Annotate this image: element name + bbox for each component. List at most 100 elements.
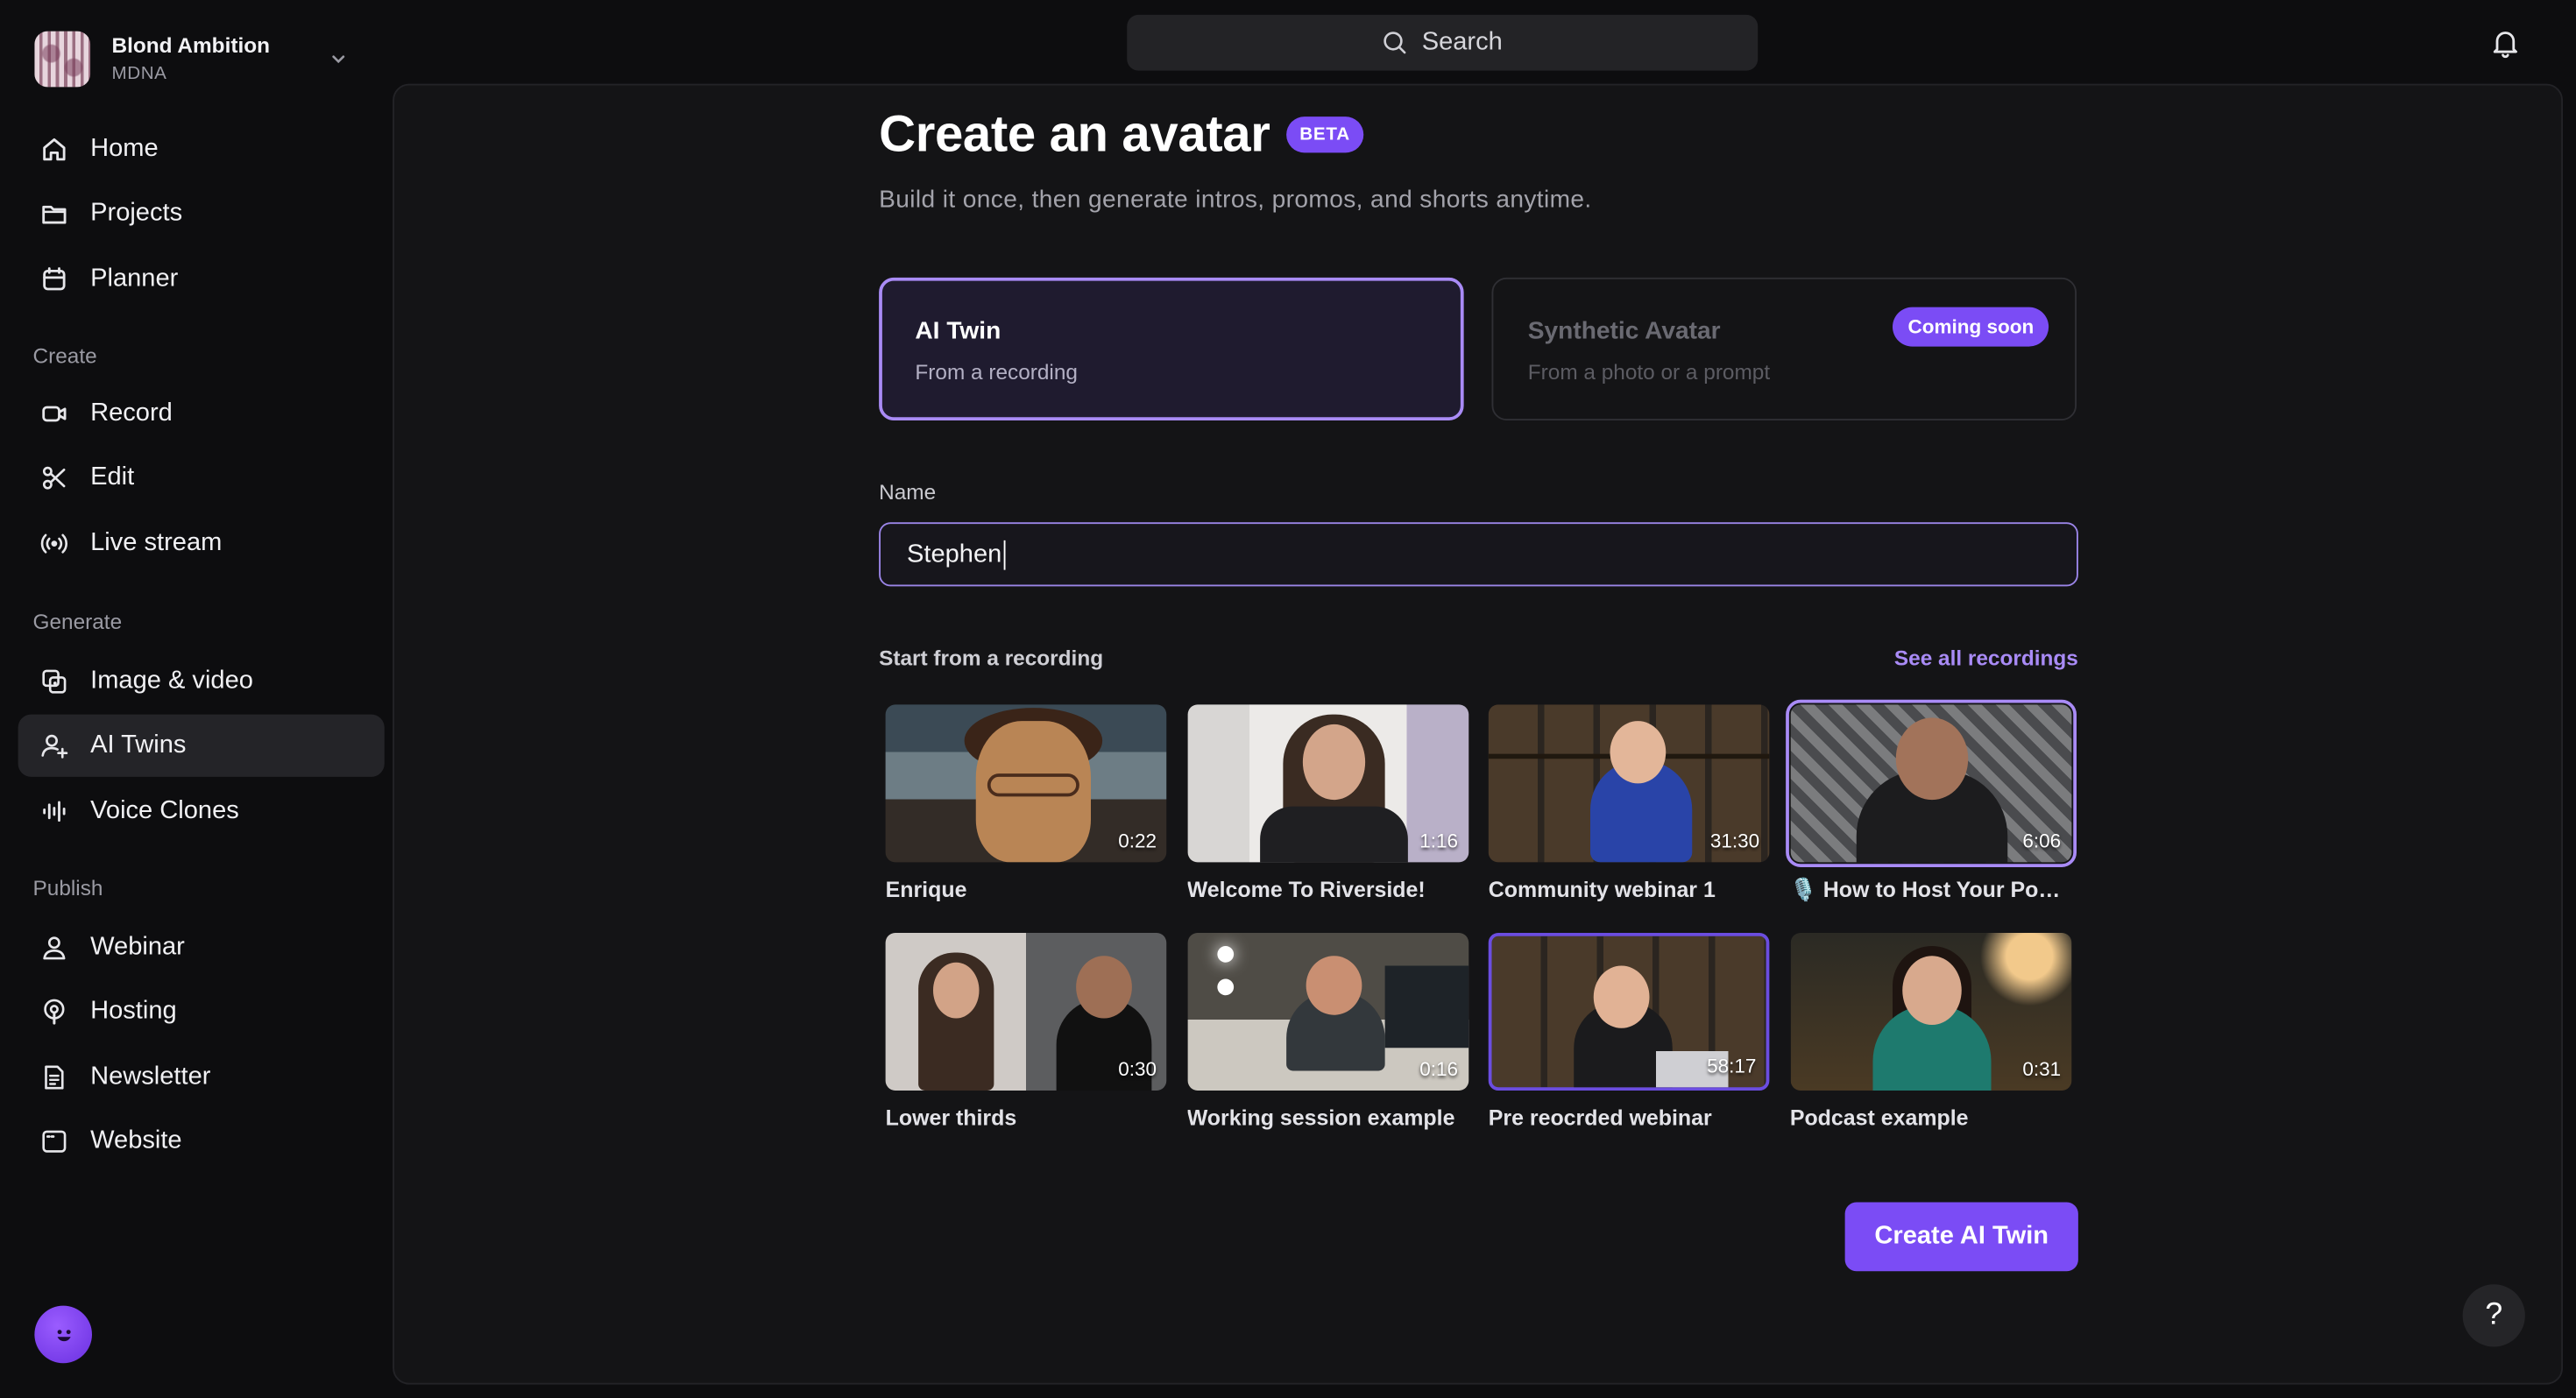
thumbnail-shape	[1301, 724, 1365, 801]
recording-card[interactable]: 1:16 Welcome To Riverside!	[1186, 704, 1468, 901]
thumbnail-shape	[1216, 946, 1234, 963]
recording-title: Pre reocrded webinar	[1488, 1105, 1712, 1130]
help-button[interactable]: ?	[2462, 1284, 2525, 1347]
recording-duration: 31:30	[1709, 829, 1760, 853]
user-avatar[interactable]	[34, 1305, 92, 1364]
sidebar-item-planner[interactable]: Planner	[18, 248, 385, 310]
smiley-icon	[56, 1329, 70, 1341]
sidebar-section-generate: Generate Image & video AI Twins Voice Cl…	[18, 603, 385, 844]
recording-duration: 0:22	[1118, 829, 1157, 853]
recording-duration: 58:17	[1707, 1054, 1757, 1077]
workspace-text: Blond Ambition MDNA	[112, 33, 271, 86]
sidebar-item-image-video[interactable]: Image & video	[18, 651, 385, 713]
sidebar-section-publish: Publish Webinar Hosting Newsletter Websi…	[18, 869, 385, 1176]
thumbnail-shape	[1901, 956, 1961, 1025]
recording-card[interactable]: 31:30 Community webinar 1	[1488, 704, 1770, 902]
thumbnail-shape	[1259, 806, 1407, 863]
workspace-switcher[interactable]: Blond Ambition MDNA	[20, 20, 369, 99]
sidebar-item-label: Projects	[90, 199, 183, 228]
recording-duration: 6:06	[2022, 829, 2062, 853]
search-icon	[1384, 32, 1407, 54]
search-placeholder: Search	[1421, 27, 1503, 56]
sidebar-item-label: Live stream	[90, 528, 223, 557]
recording-duration: 0:30	[1118, 1057, 1157, 1081]
sidebar-item-label: Edit	[90, 463, 135, 492]
sidebar-item-label: Planner	[90, 264, 179, 293]
workspace-name: Blond Ambition	[111, 32, 271, 58]
chevron-down-icon	[332, 55, 345, 64]
option-subtitle: From a recording	[915, 359, 1078, 385]
broadcast-icon	[40, 533, 68, 554]
search-bar[interactable]: Search	[1127, 14, 1759, 71]
recording-title: Enrique	[885, 877, 967, 902]
sidebar-item-record[interactable]: Record	[18, 383, 385, 445]
sidebar-item-ai-twins[interactable]: AI Twins	[18, 715, 385, 778]
sidebar-section-create: Create Record Edit Live stream	[18, 336, 385, 576]
home-icon	[43, 138, 66, 161]
app-root: Blond Ambition MDNA Home Projects Planne…	[0, 0, 2576, 1398]
beta-badge: BETA	[1286, 116, 1363, 153]
recording-thumbnail: 0:22	[885, 704, 1167, 863]
workspace-subtitle: MDNA	[111, 63, 167, 84]
sidebar-item-projects[interactable]: Projects	[18, 183, 385, 245]
scissors-icon	[42, 467, 66, 491]
sidebar-section-title: Generate	[32, 609, 123, 634]
thumbnail-shape	[1384, 965, 1468, 1048]
sidebar-item-hosting[interactable]: Hosting	[18, 981, 385, 1043]
thumbnail-shape	[1076, 956, 1132, 1019]
folder-icon	[42, 206, 67, 225]
recording-title: Working session example	[1186, 1105, 1455, 1130]
recording-card[interactable]: 0:22 Enrique	[885, 704, 1167, 902]
title-row: Create an avatar BETA	[879, 105, 1363, 165]
sidebar-item-label: Image & video	[90, 667, 253, 695]
recording-thumbnail: 6:06	[1785, 699, 2077, 867]
recording-thumbnail: 1:16	[1186, 704, 1468, 863]
sidebar-item-newsletter[interactable]: Newsletter	[18, 1046, 385, 1108]
sidebar-item-voice-clones[interactable]: Voice Clones	[18, 780, 385, 842]
sidebar-item-home[interactable]: Home	[18, 118, 385, 180]
create-ai-twin-button[interactable]: Create AI Twin	[1844, 1202, 2078, 1272]
page-title: Create an avatar	[879, 105, 1270, 163]
thumbnail-shape	[1894, 717, 1968, 801]
thumbnail-shape	[1305, 956, 1362, 1015]
option-synthetic-avatar[interactable]: Synthetic Avatar From a photo or a promp…	[1491, 277, 2077, 420]
name-input[interactable]: Stephen	[879, 522, 2078, 587]
sidebar-item-label: Home	[90, 134, 159, 163]
see-all-recordings-link[interactable]: See all recordings	[1894, 646, 2078, 670]
recording-card[interactable]: 0:16 Working session example	[1186, 933, 1468, 1130]
recording-thumbnail: 0:30	[885, 933, 1167, 1091]
recordings-title: Start from a recording	[879, 645, 1104, 670]
main-panel: Create an avatar BETA Build it once, the…	[393, 83, 2563, 1385]
document-icon	[45, 1065, 64, 1090]
recording-card[interactable]: 0:31 Podcast example	[1789, 933, 2071, 1130]
sidebar-item-edit[interactable]: Edit	[18, 448, 385, 510]
sidebar-item-label: Website	[90, 1126, 182, 1155]
page-subtitle: Build it once, then generate intros, pro…	[879, 185, 1592, 214]
bell-icon[interactable]	[2488, 25, 2523, 60]
recording-card[interactable]: 0:30 Lower thirds	[885, 933, 1167, 1130]
sidebar-item-label: Webinar	[90, 933, 185, 961]
recording-duration: 1:16	[1419, 829, 1459, 853]
recording-duration: 0:16	[1419, 1057, 1459, 1081]
podcast-icon	[44, 999, 65, 1026]
sidebar-item-live-stream[interactable]: Live stream	[18, 512, 385, 575]
waveform-icon	[43, 801, 66, 822]
recording-card[interactable]: 6:06 🎙️ How to Host Your Podcast	[1785, 699, 2077, 903]
recording-thumbnail: 0:16	[1186, 933, 1468, 1091]
text-caret	[1003, 539, 1006, 569]
sidebar-item-website[interactable]: Website	[18, 1111, 385, 1173]
user-plus-icon	[41, 735, 68, 759]
recording-thumbnail: 58:17	[1488, 933, 1770, 1091]
sidebar-item-label: Hosting	[90, 997, 177, 1026]
sidebar-item-webinar[interactable]: Webinar	[18, 916, 385, 978]
sidebar-item-label: Newsletter	[90, 1062, 211, 1091]
thumbnail-shape	[933, 962, 980, 1019]
recording-card[interactable]: 58:17 Pre reocrded webinar	[1488, 933, 1770, 1130]
browser-icon	[42, 1130, 67, 1154]
recording-title: Community webinar 1	[1488, 877, 1716, 902]
workspace-logo	[34, 31, 91, 88]
recording-title: Lower thirds	[885, 1105, 1017, 1130]
recording-duration: 0:31	[2022, 1057, 2062, 1081]
thumbnail-shape	[1610, 721, 1667, 784]
option-ai-twin[interactable]: AI Twin From a recording	[879, 277, 1464, 420]
